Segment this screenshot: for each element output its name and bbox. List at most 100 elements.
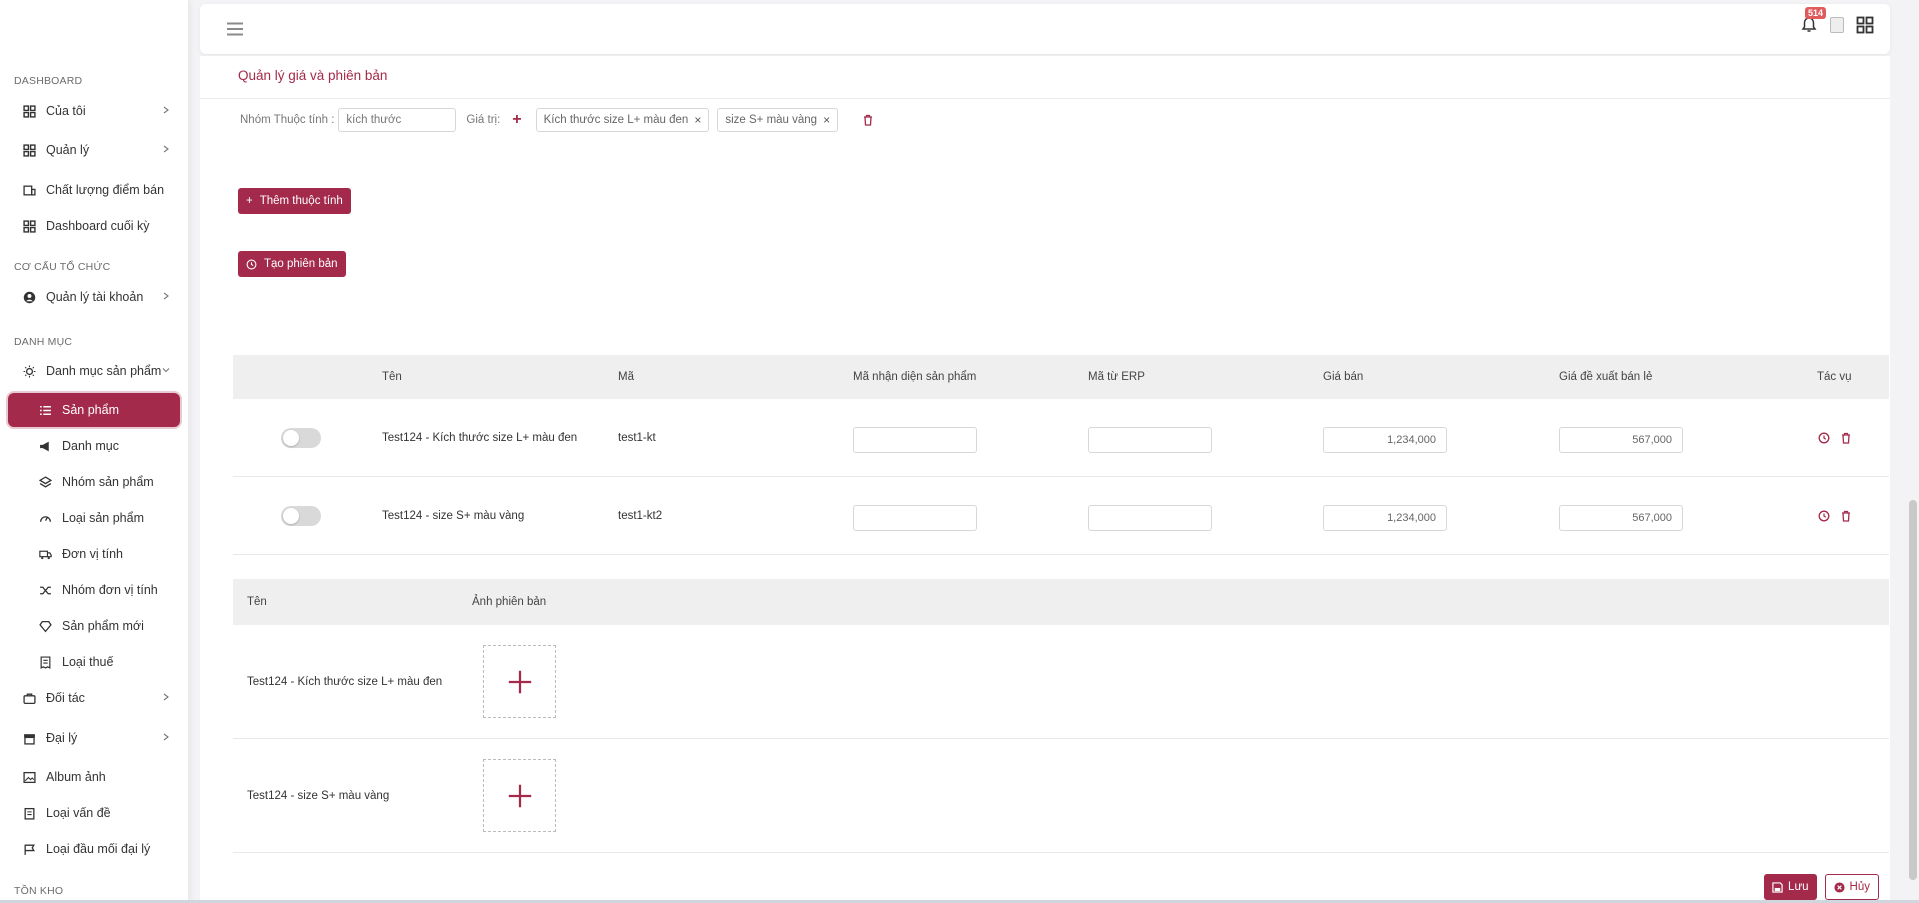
divider	[200, 98, 1890, 99]
active-toggle[interactable]	[281, 477, 321, 554]
apps-grid-icon[interactable]	[1856, 16, 1874, 34]
erp-input[interactable]	[1088, 426, 1212, 453]
upload-cell	[483, 625, 556, 738]
sidebar-item-danh-muc-san-pham[interactable]: Danh mục sản phẩm	[8, 354, 180, 388]
header-tac-vu: Tác vụ	[1817, 371, 1852, 383]
value-label: Giá trị:	[466, 114, 501, 126]
menu-icon[interactable]	[227, 22, 243, 36]
barcode-input-wrap	[853, 401, 977, 478]
tag-label: size S+ màu vàng	[725, 114, 818, 126]
trash-icon[interactable]	[862, 114, 874, 126]
sidebar-item-nhom-san-pham[interactable]: Nhóm sản phẩm	[8, 465, 180, 499]
attr-group-input[interactable]: kích thước	[338, 108, 457, 132]
sidebar-item-label: Quản lý	[46, 143, 90, 157]
image-upload[interactable]	[483, 759, 556, 832]
cancel-button[interactable]: Hủy	[1824, 874, 1879, 900]
chevron-right-icon	[163, 145, 169, 153]
add-attribute-button[interactable]: + Thêm thuộc tính	[238, 188, 351, 214]
section-catalog: DANH MỤC	[14, 336, 73, 348]
table-header: Tên Ảnh phiên bản	[233, 579, 1889, 625]
store-quality-icon	[23, 184, 36, 197]
upload-cell	[483, 739, 556, 852]
remove-tag-icon[interactable]: ×	[694, 113, 701, 127]
lightbulb-icon	[23, 365, 36, 378]
active-toggle[interactable]	[281, 399, 321, 476]
trash-icon[interactable]	[1840, 432, 1852, 444]
sidebar-item-san-pham[interactable]: Sản phẩm	[8, 393, 180, 427]
sidebar-item-loai-san-pham[interactable]: Loại sản phẩm	[8, 501, 180, 535]
sidebar-item-quan-ly[interactable]: Quản lý	[8, 133, 180, 167]
form-actions: Lưu Hủy	[1764, 874, 1879, 900]
header-ma-nhan-dien: Mã nhận diện sản phẩm	[853, 371, 977, 383]
create-version-button[interactable]: Tạo phiên bản	[238, 251, 346, 277]
section-inventory: TỒN KHO	[14, 885, 64, 897]
notification-count: 514	[1805, 7, 1827, 19]
header-ten: Tên	[247, 596, 267, 608]
table-row: Test124 - Kích thước size L+ màu đen tes…	[233, 399, 1889, 477]
header-gia-de-xuat: Giá đề xuất bán lẻ	[1559, 371, 1653, 383]
table-row: Test124 - Kích thước size L+ màu đen	[233, 625, 1889, 739]
attribute-row: Nhóm Thuộc tính : kích thước Giá trị: + …	[240, 108, 874, 132]
briefcase-icon	[23, 692, 36, 705]
sidebar-item-san-pham-moi[interactable]: Sản phẩm mới	[8, 609, 180, 643]
list-icon	[39, 404, 52, 417]
table-row: Test124 - size S+ màu vàng	[233, 739, 1889, 853]
variant-code: test1-kt2	[618, 509, 663, 522]
section-org: CƠ CẤU TỔ CHỨC	[14, 261, 111, 273]
version-name: Test124 - size S+ màu vàng	[247, 789, 390, 802]
sidebar-item-album-anh[interactable]: Album ảnh	[8, 760, 180, 794]
grid-icon	[23, 104, 36, 118]
save-button[interactable]: Lưu	[1764, 874, 1817, 900]
sidebar-item-quan-ly-tai-khoan[interactable]: Quản lý tài khoản	[8, 280, 180, 314]
plus-icon	[508, 784, 531, 807]
erp-input-wrap	[1088, 479, 1212, 556]
sidebar-item-danh-muc[interactable]: Danh mục	[8, 429, 180, 463]
value-tag: size S+ màu vàng ×	[717, 108, 839, 132]
sidebar-item-label: Nhóm sản phẩm	[62, 475, 154, 489]
sidebar-item-loai-dau-moi[interactable]: Loại đầu mối đại lý	[8, 832, 180, 866]
sidebar-item-doi-tac[interactable]: Đối tác	[8, 681, 180, 715]
version-name: Test124 - Kích thước size L+ màu đen	[247, 675, 443, 688]
gauge-icon	[39, 512, 52, 525]
trash-icon[interactable]	[1840, 510, 1852, 522]
header-ten: Tên	[382, 371, 402, 383]
notification-bell[interactable]: 514	[1800, 7, 1827, 34]
sidebar-item-nhom-don-vi-tinh[interactable]: Nhóm đơn vị tính	[8, 573, 180, 607]
avatar[interactable]	[1830, 17, 1844, 33]
price-input[interactable]: 1,234,000	[1323, 426, 1447, 453]
history-icon[interactable]	[1818, 510, 1830, 522]
grid-icon	[23, 219, 36, 233]
row-actions	[1818, 477, 1852, 554]
table-row: Test124 - size S+ màu vàng test1-kt2 1,2…	[233, 477, 1889, 555]
sidebar-item-dai-ly[interactable]: Đại lý	[8, 721, 180, 755]
sidebar-item-cua-toi[interactable]: Của tôi	[8, 94, 180, 128]
chevron-down-icon	[162, 368, 170, 373]
close-circle-icon	[1834, 881, 1845, 893]
plus-icon: +	[246, 195, 253, 207]
remove-tag-icon[interactable]: ×	[823, 113, 830, 127]
chevron-right-icon	[163, 292, 169, 300]
sidebar-item-loai-thue[interactable]: Loại thuế	[8, 645, 180, 679]
version-images-table: Tên Ảnh phiên bản Test124 - Kích thước s…	[233, 579, 1889, 853]
sidebar-item-loai-van-de[interactable]: Loại vấn đề	[8, 796, 180, 830]
attr-group-value: kích thước	[346, 114, 402, 126]
sidebar-item-dashboard-cuoi-ky[interactable]: Dashboard cuối kỳ	[8, 209, 180, 243]
variant-name: Test124 - size S+ màu vàng	[382, 509, 525, 522]
barcode-input[interactable]	[853, 426, 977, 453]
retail-price-input[interactable]: 567,000	[1559, 504, 1683, 531]
add-value-icon[interactable]: +	[512, 111, 521, 129]
image-upload[interactable]	[483, 645, 556, 718]
erp-input-wrap	[1088, 401, 1212, 478]
retail-price-input[interactable]: 567,000	[1559, 426, 1683, 453]
price-input[interactable]: 1,234,000	[1323, 504, 1447, 531]
shuffle-icon	[39, 584, 52, 597]
cancel-label: Hủy	[1849, 881, 1870, 893]
retail-input-wrap: 567,000	[1559, 401, 1683, 478]
erp-input[interactable]	[1088, 504, 1212, 531]
barcode-input[interactable]	[853, 504, 977, 531]
scrollbar[interactable]	[1909, 500, 1917, 880]
history-icon[interactable]	[1818, 432, 1830, 444]
price-input-wrap: 1,234,000	[1323, 401, 1447, 478]
sidebar-item-chat-luong-diem-ban[interactable]: Chất lượng điểm bán	[8, 173, 180, 207]
sidebar-item-don-vi-tinh[interactable]: Đơn vị tính	[8, 537, 180, 571]
